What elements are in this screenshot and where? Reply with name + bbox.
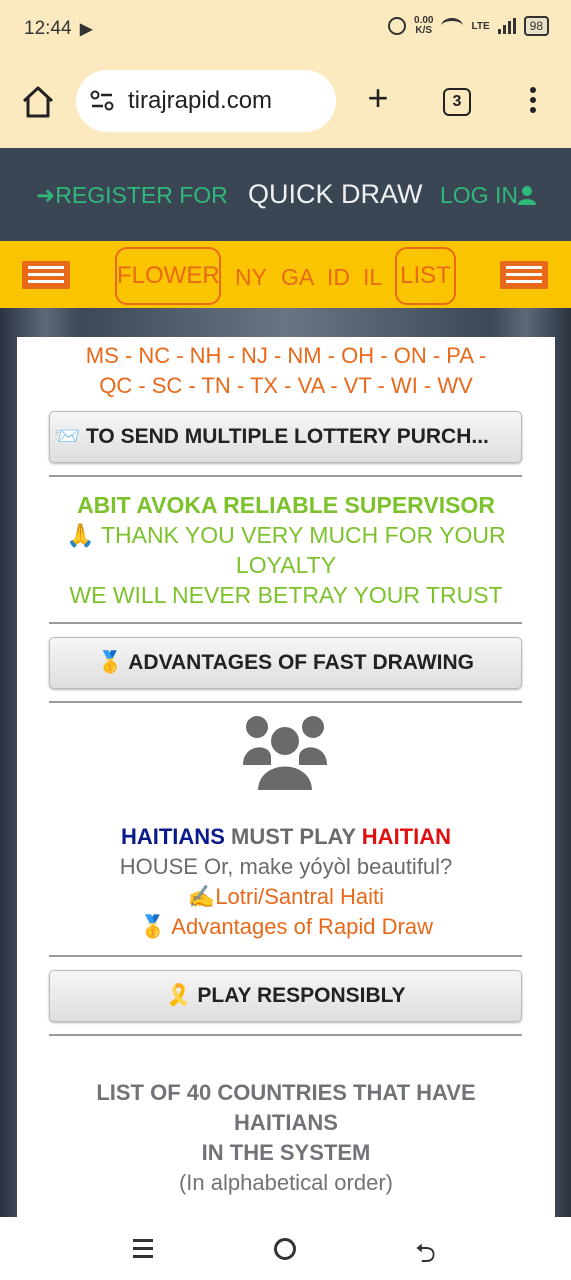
- tab-switcher-button[interactable]: 3: [443, 88, 471, 116]
- nav-item-id[interactable]: ID: [327, 264, 350, 291]
- users-icon: [243, 716, 327, 791]
- left-menu-icon[interactable]: [22, 261, 70, 289]
- list-heading-2: HAITIANS: [234, 1110, 338, 1135]
- list-heading-3: IN THE SYSTEM: [201, 1140, 371, 1165]
- haitians-headline: HAITIANS MUST PLAY HAITIAN: [17, 824, 555, 850]
- battery-icon: 98: [523, 16, 549, 36]
- haitian-word: HAITIAN: [361, 824, 452, 849]
- signal-icon: [497, 18, 516, 34]
- nav-item-ny[interactable]: NY: [235, 264, 267, 291]
- supervisor-title: ABIT AVOKA RELIABLE SUPERVISOR: [77, 492, 495, 518]
- alarm-icon: [388, 17, 407, 35]
- advantages-link[interactable]: 🥇 Advantages of Rapid Draw: [17, 914, 555, 940]
- divider: [49, 622, 522, 624]
- system-navigation-bar: ⮌: [0, 1217, 571, 1280]
- recent-apps-icon[interactable]: [133, 1239, 153, 1263]
- content-card: MS - NC - NH - NJ - NM - OH - ON - PA - …: [17, 337, 555, 1217]
- nav-item-ga[interactable]: GA: [281, 264, 314, 291]
- login-label: LOG IN: [440, 182, 518, 208]
- home-button-icon[interactable]: [274, 1238, 296, 1260]
- net-speed: 0.00 K/S: [414, 16, 433, 36]
- divider: [49, 475, 522, 477]
- nav-flower-button[interactable]: FLOWER: [115, 247, 221, 305]
- login-link[interactable]: LOG IN: [440, 182, 536, 209]
- send-multiple-button[interactable]: 📨 TO SEND MULTIPLE LOTTERY PURCH...: [49, 411, 522, 463]
- divider: [49, 701, 522, 703]
- nav-item-il[interactable]: IL: [363, 264, 382, 291]
- play-responsibly-button[interactable]: 🎗️ PLAY RESPONSIBLY: [49, 970, 522, 1022]
- sign-in-icon: ➜: [36, 182, 56, 208]
- list-subtitle: (In alphabetical order): [178, 1170, 393, 1195]
- thanks-line-1: 🙏 THANK YOU VERY MUCH FOR YOUR: [66, 522, 506, 548]
- home-icon[interactable]: [20, 84, 56, 120]
- site-header: ➜REGISTER FOR QUICK DRAW LOG IN: [0, 148, 571, 241]
- status-bar: 12:44 ▶ 0.00 K/S LTE 98: [0, 0, 571, 58]
- status-indicators: 0.00 K/S LTE 98: [388, 16, 549, 36]
- new-tab-button[interactable]: +: [362, 80, 394, 116]
- haitians-word: HAITIANS: [120, 824, 225, 849]
- states-line-2[interactable]: QC - SC - TN - TX - VA - VT - WI - WV: [17, 373, 555, 399]
- network-type: LTE: [471, 20, 490, 32]
- divider: [49, 955, 522, 957]
- trust-line: WE WILL NEVER BETRAY YOUR TRUST: [69, 582, 503, 608]
- advantages-button[interactable]: 🥇 ADVANTAGES OF FAST DRAWING: [49, 637, 522, 689]
- register-label: REGISTER FOR: [55, 182, 228, 208]
- tune-icon[interactable]: [90, 90, 114, 112]
- net-speed-unit: K/S: [415, 25, 433, 36]
- back-icon[interactable]: ⮌: [415, 1235, 436, 1279]
- register-link[interactable]: ➜REGISTER FOR: [36, 182, 228, 209]
- user-icon: [517, 186, 536, 205]
- divider: [49, 1034, 522, 1036]
- must-play-text: MUST PLAY: [224, 824, 362, 849]
- lotri-link[interactable]: ✍️Lotri/Santral Haiti: [17, 884, 555, 910]
- list-heading-1: LIST OF 40 COUNTRIES THAT HAVE: [96, 1080, 476, 1105]
- browser-menu-icon[interactable]: [528, 87, 538, 117]
- notification-app-icon: ▶: [80, 21, 93, 38]
- browser-toolbar: tirajrapid.com + 3: [0, 58, 571, 148]
- nav-list-button[interactable]: LIST: [395, 247, 456, 305]
- house-line: HOUSE Or, make yóyòl beautiful?: [119, 854, 453, 879]
- wifi-icon: [441, 18, 464, 34]
- url-text: tirajrapid.com: [128, 87, 273, 114]
- thanks-line-2: LOYALTY: [235, 552, 337, 578]
- address-bar[interactable]: tirajrapid.com: [76, 70, 336, 132]
- right-menu-icon[interactable]: [500, 261, 548, 289]
- page-title: QUICK DRAW: [248, 179, 423, 209]
- status-time: 12:44: [24, 18, 72, 39]
- states-line-1[interactable]: MS - NC - NH - NJ - NM - OH - ON - PA -: [17, 343, 555, 369]
